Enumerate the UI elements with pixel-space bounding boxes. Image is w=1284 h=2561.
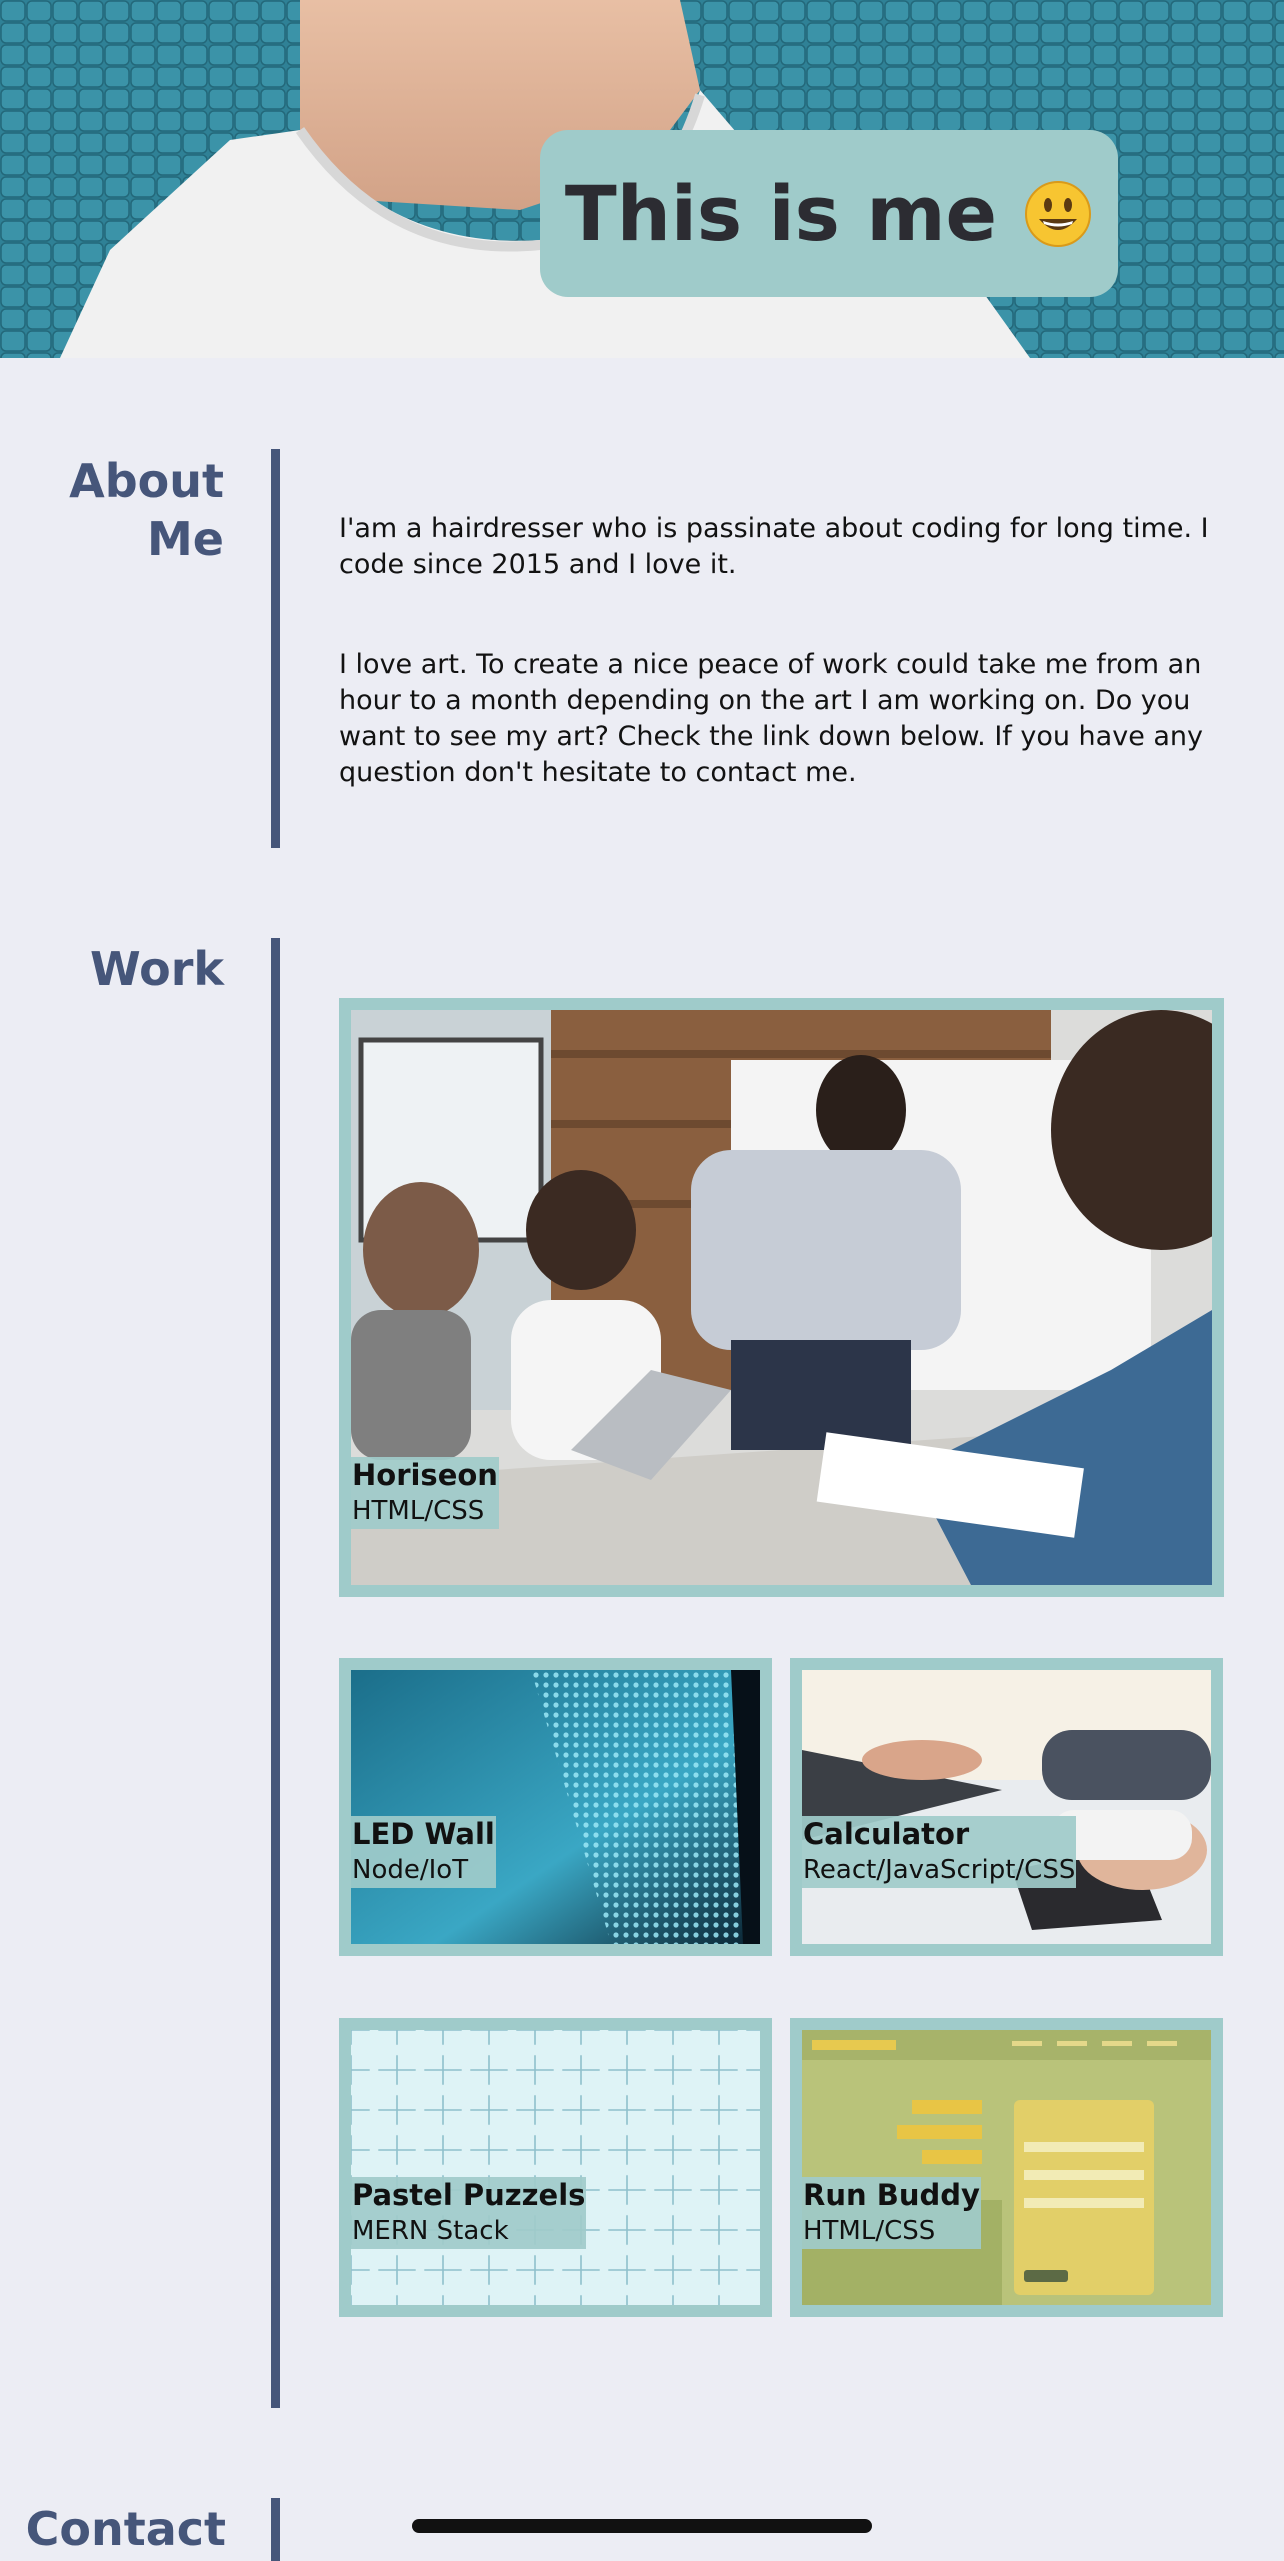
project-name: LED Wall (352, 1817, 495, 1851)
led-wall-thumbnail (351, 1670, 760, 1944)
smiley-face-icon (1025, 180, 1092, 247)
project-name: Calculator (803, 1817, 970, 1851)
project-card-calculator[interactable]: Calculator React/JavaScript/CSS (790, 1658, 1223, 1956)
project-card-horiseon[interactable]: Horiseon HTML/CSS (339, 998, 1224, 1597)
work-title: Work (90, 942, 224, 996)
project-card-pastel-puzzels[interactable]: Pastel Puzzels MERN Stack (339, 2018, 772, 2317)
about-divider (271, 449, 280, 848)
contact-title: Contact (25, 2502, 226, 2556)
project-tech: MERN Stack (352, 2216, 509, 2246)
about-paragraph-2: I love art. To create a nice peace of wo… (339, 649, 1204, 788)
hero-title: This is me (540, 130, 1118, 297)
horiseon-caption: Horiseon HTML/CSS (351, 1457, 499, 1529)
calculator-caption: Calculator React/JavaScript/CSS (802, 1816, 1077, 1888)
work-divider (271, 938, 280, 2408)
home-indicator[interactable] (412, 2519, 872, 2533)
run-buddy-caption: Run Buddy HTML/CSS (802, 2177, 981, 2249)
project-tech: Node/IoT (352, 1855, 469, 1885)
about-title-line1: About (69, 454, 224, 508)
pastel-puzzels-caption: Pastel Puzzels MERN Stack (351, 2177, 587, 2249)
project-name: Pastel Puzzels (352, 2178, 586, 2212)
pastel-puzzels-thumbnail (351, 2030, 760, 2305)
project-name: Run Buddy (803, 2178, 980, 2212)
project-tech: HTML/CSS (352, 1496, 485, 1526)
contact-divider (271, 2498, 280, 2561)
project-card-led-wall[interactable]: LED Wall Node/IoT (339, 1658, 772, 1956)
hero-banner: This is me (0, 0, 1284, 358)
run-buddy-thumbnail (802, 2030, 1211, 2305)
led-wall-caption: LED Wall Node/IoT (351, 1816, 496, 1888)
project-tech: HTML/CSS (803, 2216, 936, 2246)
about-title: About Me (69, 452, 224, 568)
project-tech: React/JavaScript/CSS (803, 1855, 1076, 1885)
about-paragraph-1: I'am a hairdresser who is passinate abou… (339, 513, 1209, 580)
about-title-line2: Me (147, 512, 224, 566)
project-name: Horiseon (352, 1458, 498, 1492)
hero-title-text: This is me (564, 169, 998, 258)
project-card-run-buddy[interactable]: Run Buddy HTML/CSS (790, 2018, 1223, 2317)
calculator-thumbnail (802, 1670, 1211, 1944)
